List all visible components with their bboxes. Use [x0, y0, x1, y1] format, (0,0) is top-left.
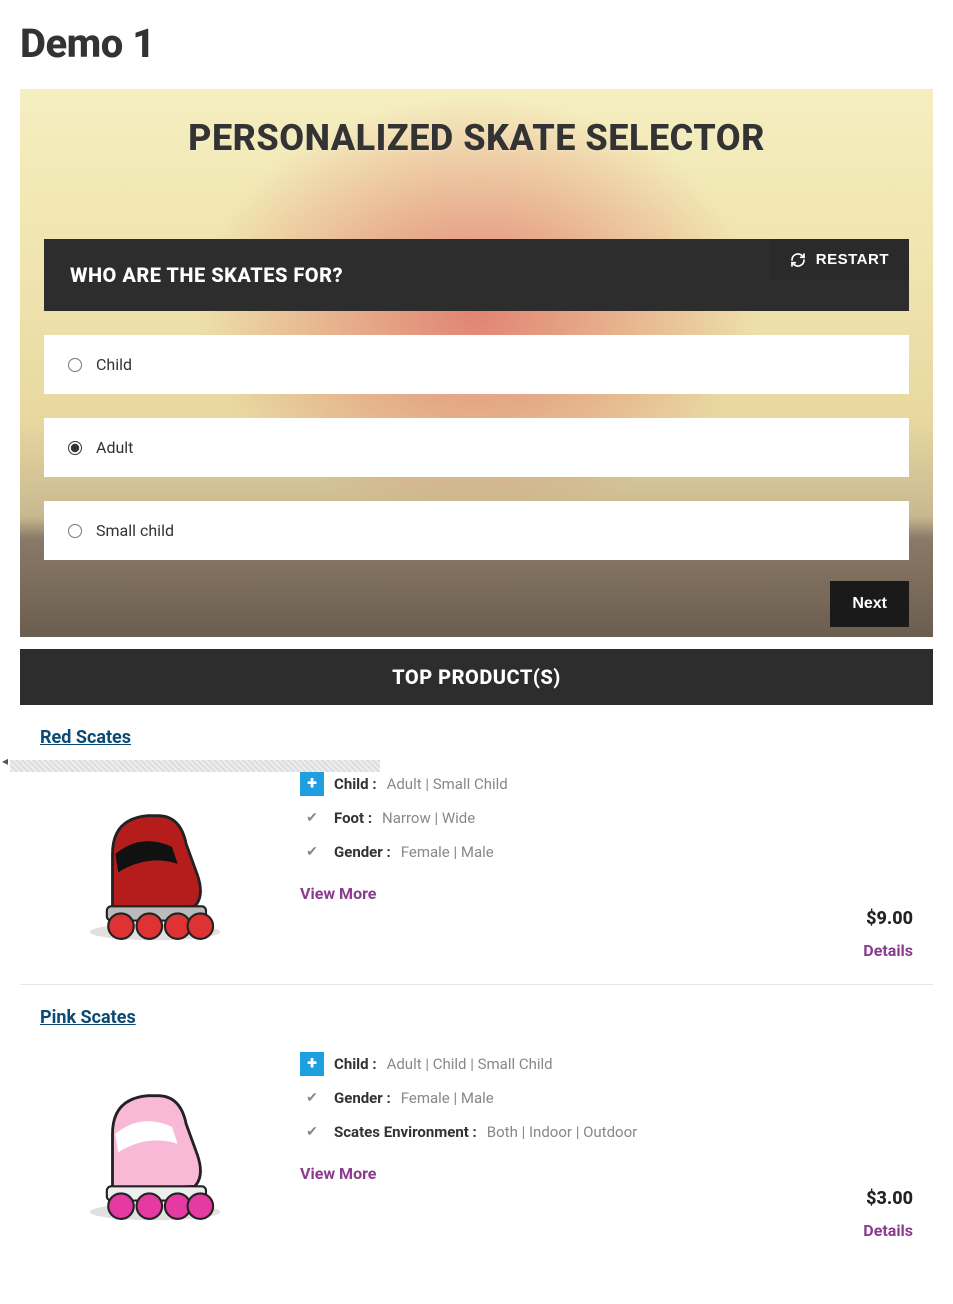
details-link[interactable]: Details [863, 1221, 913, 1240]
attribute-values: Female | Male [401, 1089, 494, 1107]
attribute-line: + Child : Adult | Small Child [300, 772, 913, 796]
check-icon: ✔ [300, 840, 324, 864]
attribute-line: ✔ Scates Environment : Both | Indoor | Out… [300, 1120, 913, 1144]
attribute-key: Gender : [334, 1089, 391, 1107]
check-icon: ✔ [300, 806, 324, 830]
product-price: $9.00 [863, 908, 913, 929]
product: Red Scates + Child : Adult | Small Child ✔ F… [20, 705, 933, 985]
product-thumbnail [40, 766, 270, 956]
option-row[interactable]: Small child [44, 501, 909, 560]
selector-heading: PERSONALIZED SKATE SELECTOR [44, 117, 909, 159]
attribute-key: Foot : [334, 809, 372, 827]
page-title: Demo 1 [20, 20, 933, 67]
next-button[interactable]: Next [830, 581, 909, 627]
product: Pink Scates + Child : Adult | Child | Smal… [20, 985, 933, 1264]
attribute-line: ✔ Foot : Narrow | Wide [300, 806, 913, 830]
refresh-icon [790, 252, 806, 268]
product-attributes: + Child : Adult | Child | Small Child ✔ Gend… [300, 1046, 913, 1183]
attribute-key: Gender : [334, 843, 391, 861]
attribute-line: ✔ Gender : Female | Male [300, 840, 913, 864]
option-row[interactable]: Adult [44, 418, 909, 477]
selector-hero: PERSONALIZED SKATE SELECTOR RESTART WHO … [20, 89, 933, 637]
check-icon: ✔ [300, 1086, 324, 1110]
restart-label: RESTART [816, 251, 889, 268]
product-body: + Child : Adult | Small Child ✔ Foot : Narrow… [40, 766, 913, 956]
option-label: Child [96, 355, 132, 374]
attribute-values: Narrow | Wide [382, 809, 475, 827]
options-list: Child Adult Small child [44, 335, 909, 560]
option-radio[interactable] [68, 524, 82, 538]
attribute-values: Adult | Small Child [387, 775, 508, 793]
attribute-key: Child : [334, 1055, 377, 1073]
attribute-key: Child : [334, 775, 377, 793]
products-list: Red Scates + Child : Adult | Small Child ✔ F… [20, 705, 933, 1264]
view-more-link[interactable]: View More [300, 1164, 376, 1183]
option-row[interactable]: Child [44, 335, 909, 394]
option-radio[interactable] [68, 441, 82, 455]
attribute-line: + Child : Adult | Child | Small Child [300, 1052, 913, 1076]
restart-button[interactable]: RESTART [770, 239, 909, 280]
view-more-link[interactable]: View More [300, 884, 376, 903]
option-label: Small child [96, 521, 174, 540]
product-title-link[interactable]: Red Scates [40, 727, 131, 748]
plus-icon: + [300, 772, 324, 796]
product-thumbnail [40, 1046, 270, 1236]
product-price: $3.00 [863, 1188, 913, 1209]
plus-icon: + [300, 1052, 324, 1076]
attribute-values: Female | Male [401, 843, 494, 861]
check-icon: ✔ [300, 1120, 324, 1144]
details-link[interactable]: Details [863, 941, 913, 960]
attribute-key: Scates Environment : [334, 1123, 477, 1141]
attribute-values: Adult | Child | Small Child [387, 1055, 553, 1073]
attribute-line: ✔ Gender : Female | Male [300, 1086, 913, 1110]
product-attributes: + Child : Adult | Small Child ✔ Foot : Narrow… [300, 766, 913, 903]
product-meta: $9.00 Details [863, 908, 913, 960]
option-radio[interactable] [68, 358, 82, 372]
product-body: + Child : Adult | Child | Small Child ✔ Gend… [40, 1046, 913, 1236]
top-products-heading: TOP PRODUCT(S) [20, 649, 933, 705]
product-meta: $3.00 Details [863, 1188, 913, 1240]
attribute-values: Both | Indoor | Outdoor [487, 1123, 637, 1141]
product-title-link[interactable]: Pink Scates [40, 1007, 136, 1028]
option-label: Adult [96, 438, 133, 457]
